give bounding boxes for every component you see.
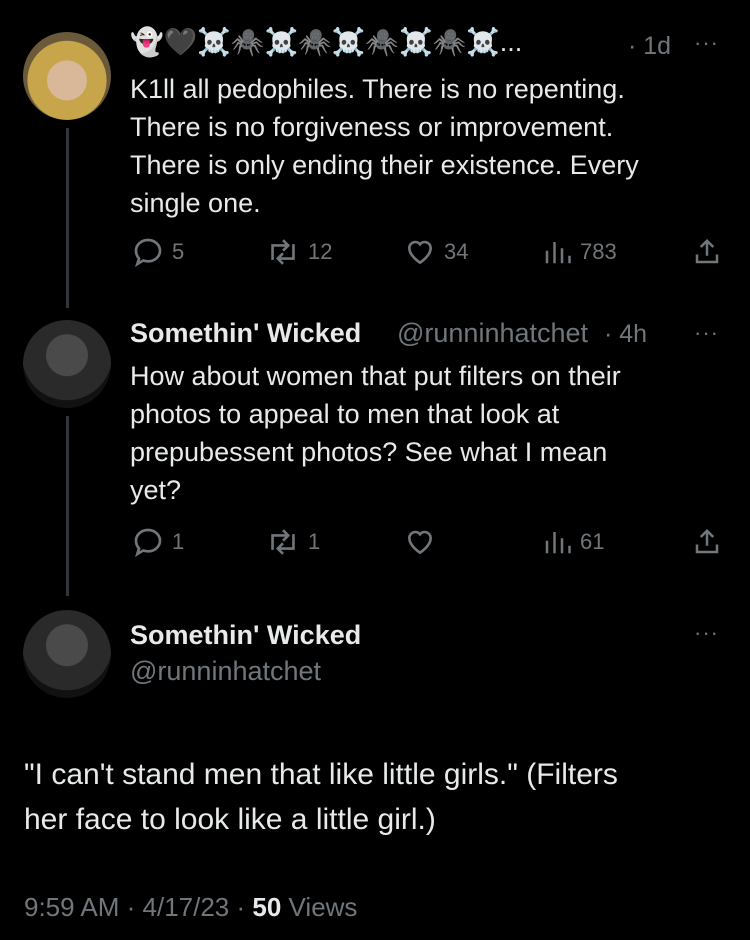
tweet1-views-count: 783 bbox=[580, 239, 617, 264]
share-icon bbox=[692, 526, 722, 558]
main-tweet-meta: 9:59 AM · 4/17/23 · 50 Views bbox=[24, 892, 357, 923]
thread-line bbox=[66, 128, 69, 308]
reply-icon bbox=[132, 526, 164, 558]
main-handle[interactable]: @runninhatchet bbox=[130, 656, 321, 687]
tweet1-views-button[interactable]: 783 bbox=[542, 236, 617, 268]
main-tweet-date[interactable]: · 4/17/23 · bbox=[127, 892, 246, 922]
tweet1-more-icon[interactable]: ··· bbox=[694, 30, 719, 56]
tweet2-time[interactable]: · 4h bbox=[604, 320, 647, 349]
tweet2-text: How about women that put filters on thei… bbox=[130, 361, 621, 505]
tweet1-share-button[interactable] bbox=[692, 236, 722, 268]
tweet2-display-name[interactable]: Somethin' Wicked bbox=[130, 318, 361, 349]
like-icon bbox=[404, 236, 436, 268]
main-tweet-text: "I can't stand men that like little girl… bbox=[24, 758, 618, 836]
tweet1-retweet-count: 12 bbox=[308, 239, 333, 264]
tweet2-handle[interactable]: @runninhatchet bbox=[397, 318, 588, 349]
reply-icon bbox=[132, 236, 164, 268]
main-tweet-time[interactable]: 9:59 AM bbox=[24, 892, 119, 922]
retweet-icon bbox=[266, 236, 300, 268]
tweet2-views-button[interactable]: 61 bbox=[542, 526, 604, 558]
tweet1-time[interactable]: · 1d bbox=[628, 32, 671, 61]
tweet1-retweet-button[interactable]: 12 bbox=[266, 236, 332, 268]
avatar-main-user[interactable] bbox=[23, 610, 111, 698]
tweet2-retweet-button[interactable]: 1 bbox=[266, 526, 320, 558]
main-views-count: 50 bbox=[252, 892, 282, 922]
tweet2-like-button[interactable] bbox=[404, 526, 444, 558]
views-icon bbox=[542, 526, 572, 558]
main-views-label: Views bbox=[288, 892, 358, 922]
main-display-name[interactable]: Somethin' Wicked bbox=[130, 620, 361, 651]
thread-line bbox=[66, 416, 69, 596]
tweet1-text: K1ll all pedophiles. There is no repenti… bbox=[130, 74, 639, 218]
tweet1-like-button[interactable]: 34 bbox=[404, 236, 468, 268]
avatar-user-1[interactable] bbox=[23, 32, 111, 120]
retweet-icon bbox=[266, 526, 300, 558]
tweet2-more-icon[interactable]: ··· bbox=[694, 320, 719, 346]
like-icon bbox=[404, 526, 436, 558]
tweet2-share-button[interactable] bbox=[692, 526, 722, 558]
avatar-user-2[interactable] bbox=[23, 320, 111, 408]
tweet1-like-count: 34 bbox=[444, 239, 469, 264]
tweet2-reply-count: 1 bbox=[172, 529, 185, 554]
views-icon bbox=[542, 236, 572, 268]
tweet2-retweet-count: 1 bbox=[308, 529, 321, 554]
main-more-icon[interactable]: ··· bbox=[694, 620, 719, 646]
tweet1-reply-button[interactable]: 5 bbox=[132, 236, 184, 268]
tweet2-views-count: 61 bbox=[580, 529, 605, 554]
tweet2-reply-button[interactable]: 1 bbox=[132, 526, 184, 558]
tweet1-display-name[interactable]: 👻🖤☠️🕷️☠️🕷️☠️🕷️☠️🕷️☠️... bbox=[130, 26, 522, 58]
share-icon bbox=[692, 236, 722, 268]
tweet1-reply-count: 5 bbox=[172, 239, 185, 264]
